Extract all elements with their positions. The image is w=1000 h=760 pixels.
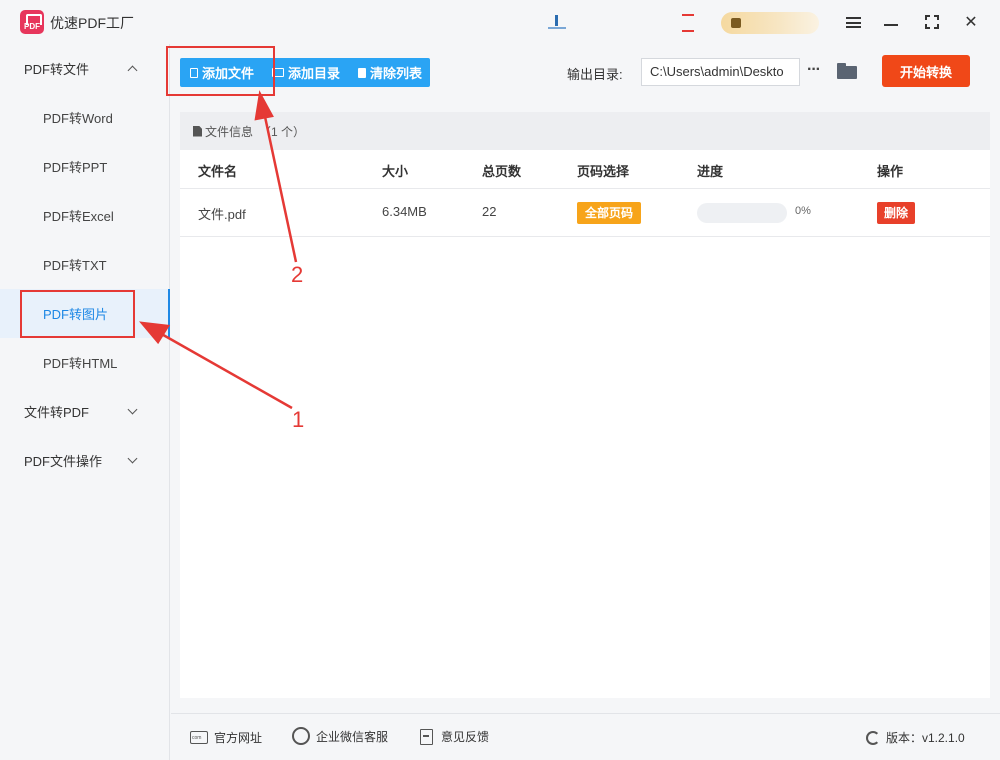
clear-list-button[interactable]: 清除列表 [348, 58, 430, 87]
document-icon [193, 125, 202, 137]
sidebar-item-pdf-to-html[interactable]: PDF转HTML [0, 338, 170, 387]
version-label: 版本：v1.2.1.0 [886, 731, 965, 745]
chevron-down-icon [127, 453, 138, 464]
chat-icon [292, 727, 310, 745]
table-header: 文件名 大小 总页数 页码选择 进度 操作 [180, 150, 990, 189]
column-header-progress: 进度 [697, 164, 724, 179]
notice-icon[interactable] [682, 14, 694, 32]
app-logo-icon: PDF [20, 10, 44, 34]
website-icon [190, 731, 208, 744]
start-convert-button[interactable]: 开始转换 [882, 55, 970, 87]
file-list-panel: 文件信息 （1 个） 文件名 大小 总页数 页码选择 进度 操作 文件.pdf … [180, 112, 990, 698]
minimize-button[interactable] [879, 10, 903, 34]
feedback-label: 意见反馈 [441, 730, 490, 744]
add-folder-label: 添加目录 [288, 66, 341, 81]
table-row: 文件.pdf 6.34MB 22 全部页码 0% 删除 [180, 189, 990, 237]
toolbar: 添加文件 添加目录 清除列表 输出目录: C:\Users\admin\Desk… [171, 44, 1000, 102]
nav-group-pdf-operations[interactable]: PDF文件操作 [0, 436, 170, 485]
close-icon: ✕ [964, 14, 978, 31]
tray-icon[interactable] [548, 15, 566, 29]
column-header-pages: 总页数 [482, 164, 522, 179]
sidebar-item-label: PDF转PPT [43, 160, 108, 175]
nav-group-label: PDF转文件 [24, 62, 90, 77]
sidebar: PDF转文件 PDF转Word PDF转PPT PDF转Excel PDF转TX… [0, 44, 170, 760]
refresh-icon [866, 730, 880, 745]
output-dir-input[interactable]: C:\Users\admin\Deskto [641, 58, 800, 86]
more-options-button[interactable]: ··· [807, 58, 827, 86]
nav-group-file-to-pdf[interactable]: 文件转PDF [0, 387, 170, 436]
wechat-support-link[interactable]: 企业微信客服 [292, 727, 388, 745]
column-header-size: 大小 [382, 164, 409, 179]
column-header-page-select: 页码选择 [577, 164, 630, 179]
sidebar-item-label: PDF转TXT [43, 258, 107, 273]
annotation-label-2: 2 [291, 262, 304, 287]
title-bar: PDF 优速PDF工厂 ✕ [0, 0, 1000, 44]
footer: 官方网址 企业微信客服 意见反馈 版本：v1.2.1.0 [171, 713, 1000, 760]
output-dir-label: 输出目录: [567, 67, 623, 82]
file-size: 6.34MB [382, 204, 427, 219]
chevron-up-icon [127, 65, 138, 76]
website-link[interactable]: 官方网址 [190, 729, 262, 746]
version-info[interactable]: 版本：v1.2.1.0 [866, 729, 965, 746]
page-select-button[interactable]: 全部页码 [577, 202, 642, 224]
menu-icon [845, 16, 861, 28]
sidebar-item-label: PDF转Word [43, 111, 113, 126]
menu-button[interactable] [841, 10, 865, 34]
sidebar-item-pdf-to-word[interactable]: PDF转Word [0, 93, 170, 142]
annotation-box-add-file [166, 46, 275, 96]
sidebar-item-pdf-to-excel[interactable]: PDF转Excel [0, 191, 170, 240]
trash-icon [358, 67, 367, 78]
clear-list-label: 清除列表 [370, 66, 423, 81]
website-label: 官方网址 [214, 731, 263, 745]
file-info-bar: 文件信息 （1 个） [180, 112, 990, 150]
sidebar-item-label: PDF转Excel [43, 209, 114, 224]
delete-button[interactable]: 删除 [877, 202, 916, 224]
column-header-name: 文件名 [198, 164, 238, 179]
column-header-action: 操作 [877, 164, 904, 179]
minimize-icon [884, 24, 898, 26]
nav-group-pdf-to-file[interactable]: PDF转文件 [0, 44, 170, 93]
nav-group-label: PDF文件操作 [24, 454, 103, 469]
file-name: 文件.pdf [198, 207, 246, 222]
wechat-label: 企业微信客服 [316, 729, 389, 744]
sidebar-item-label: PDF转HTML [43, 356, 118, 371]
sidebar-item-pdf-to-txt[interactable]: PDF转TXT [0, 240, 170, 289]
vip-badge[interactable] [721, 12, 819, 34]
maximize-button[interactable] [920, 10, 944, 34]
progress-bar [697, 203, 787, 223]
maximize-icon [925, 15, 939, 29]
page-count: 22 [482, 204, 497, 219]
close-button[interactable]: ✕ [959, 10, 983, 34]
feedback-icon [420, 728, 433, 745]
file-info-label: 文件信息 [205, 124, 254, 139]
annotation-box-pdf-to-image [20, 290, 135, 338]
app-title: 优速PDF工厂 [50, 15, 134, 31]
nav-group-label: 文件转PDF [24, 405, 90, 420]
progress-text: 0% [795, 205, 811, 217]
annotation-label-1: 1 [292, 407, 305, 432]
file-count: （1 个） [259, 124, 306, 139]
feedback-link[interactable]: 意见反馈 [420, 728, 489, 745]
open-folder-button[interactable] [837, 63, 857, 79]
chevron-down-icon [127, 404, 138, 415]
sidebar-item-pdf-to-ppt[interactable]: PDF转PPT [0, 142, 170, 191]
